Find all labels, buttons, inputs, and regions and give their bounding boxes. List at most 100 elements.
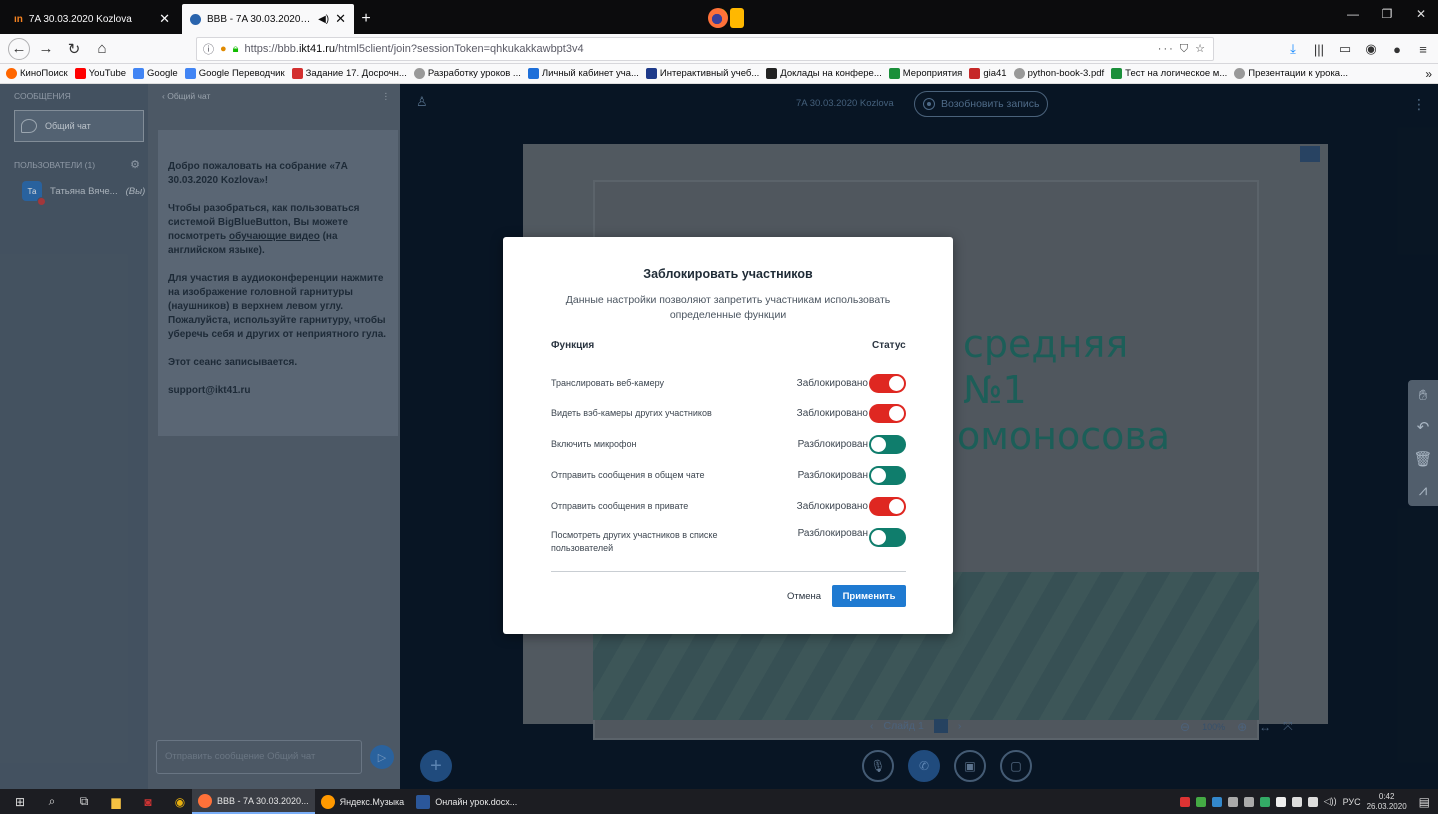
task-view-icon[interactable]: ⧉ [72,789,96,814]
bookmark-icon [527,68,539,79]
addon-icon[interactable]: ● [1388,40,1406,58]
minimize-icon[interactable]: — [1336,0,1370,28]
extension-icon[interactable]: ◉ [1362,40,1380,58]
search-icon[interactable]: ⌕ [40,789,64,814]
setting-status: Разблокирован [797,528,868,539]
system-tray: ◁)) РУС 0:42 26.03.2020 ▤ [1179,789,1430,814]
taskbar-app-yandex-music[interactable]: Яндекс.Музыка [315,789,411,814]
bookmark[interactable]: Задание 17. Досрочн... [291,68,407,79]
modal-divider [551,571,906,572]
bookmarks-overflow-icon[interactable]: » [1425,67,1432,81]
tray-app-icon[interactable] [1275,796,1286,807]
function-column-header: Функция [551,340,595,351]
globe-icon [1234,68,1246,79]
bookmark[interactable]: Доклады на конфере... [766,68,882,79]
file-explorer-icon[interactable]: ▆ [104,789,128,814]
sidebar-icon[interactable]: ▭ [1336,40,1354,58]
bookmark[interactable]: Мероприятия [888,68,962,79]
new-tab-button[interactable]: + [354,4,378,34]
modal-description: Данные настройки позволяют запретить уча… [565,294,891,321]
browser-tabbar: ın 7A 30.03.2020 Kozlova ✕ BBB - 7A 30.0… [0,0,1438,34]
bookmark[interactable]: Google Переводчик [184,68,285,79]
library-icon[interactable]: ||| [1310,40,1328,58]
cancel-button[interactable]: Отмена [783,587,825,606]
bookmark[interactable]: Google [133,68,178,79]
setting-label: Отправить сообщения в общем чате [551,469,705,480]
bookmark[interactable]: YouTube [74,68,126,79]
download-icon[interactable]: ⤓ [1284,40,1302,58]
clock-date: 26.03.2020 [1366,801,1407,811]
bookmark-icon [888,68,900,79]
browser-tab-active[interactable]: BBB - 7A 30.03.2020 Kozlova ◀) ✕ [182,4,354,34]
tray-app-icon[interactable] [1211,796,1222,807]
public-chat-lock-toggle[interactable] [869,465,906,485]
lock-setting-row: Видеть вэб-камеры других участников Забл… [551,402,906,424]
bookmarks-bar: КиноПоиск YouTube Google Google Переводч… [0,64,1438,84]
microphone-sharing-icon[interactable] [730,8,744,28]
yandex-icon [320,794,335,809]
lock-viewers-modal: Заблокировать участников Данные настройк… [503,237,953,634]
word-icon [416,794,431,809]
microphone-permission-icon[interactable]: ● [220,43,227,55]
close-tab-icon[interactable]: ✕ [159,11,170,27]
tray-app-icon[interactable] [1227,796,1238,807]
bookmark[interactable]: КиноПоиск [6,68,68,79]
windows-start-icon[interactable]: ⊞ [8,789,32,814]
setting-status: Заблокировано [796,500,868,512]
app-icon[interactable]: ◙ [136,789,160,814]
volume-icon[interactable]: ◁)) [1324,796,1337,807]
browser-tab[interactable]: ın 7A 30.03.2020 Kozlova ✕ [6,4,178,34]
bookmark[interactable]: Разработку уроков ... [413,68,521,79]
url-bar[interactable]: ⓘ ● 🔒︎ https://bbb.ikt41.ru/html5client/… [196,37,1214,61]
browser-navbar: ← → ↻ ⌂ ⓘ ● 🔒︎ https://bbb.ikt41.ru/html… [0,34,1438,64]
notifications-icon[interactable]: ▤ [1419,795,1430,809]
language-indicator[interactable]: РУС [1343,797,1361,807]
bookmark[interactable]: gia41 [969,68,1007,79]
taskbar-app-label: BBB - 7A 30.03.2020... [217,795,309,806]
speaker-icon[interactable]: ◀) [318,14,329,25]
tray-app-icon[interactable] [1195,796,1206,807]
bookmark-icon [291,68,303,79]
battery-icon[interactable] [1291,796,1302,807]
bookmark[interactable]: python-book-3.pdf [1013,68,1104,79]
close-window-icon[interactable]: ✕ [1404,0,1438,28]
chrome-icon[interactable]: ◉ [168,789,192,814]
microphone-icon[interactable] [1243,796,1254,807]
status-column-header: Статус [872,340,906,351]
home-button[interactable]: ⌂ [90,37,114,61]
taskbar-app-word[interactable]: Онлайн урок.docx... [410,789,523,814]
network-icon[interactable] [1307,796,1318,807]
bookmark[interactable]: Интерактивный учеб... [645,68,759,79]
info-icon[interactable]: ⓘ [203,41,214,57]
google-icon [133,68,145,79]
bookmark[interactable]: Презентации к урока... [1234,68,1348,79]
bookmark-icon [969,68,981,79]
forward-button[interactable]: → [34,37,58,61]
youtube-icon [74,68,86,79]
see-other-webcams-toggle[interactable] [869,403,906,423]
private-chat-lock-toggle[interactable] [869,496,906,516]
setting-label: Отправить сообщения в привате [551,500,689,511]
apply-button[interactable]: Применить [832,585,906,607]
close-tab-icon[interactable]: ✕ [335,11,346,27]
reload-button[interactable]: ↻ [62,37,86,61]
bbb-favicon-icon [190,13,201,25]
bookmark[interactable]: Личный кабинет уча... [527,68,639,79]
modal-title: Заблокировать участников [643,267,813,281]
tray-app-icon[interactable] [1179,796,1190,807]
lock-icon[interactable]: 🔒︎ [233,43,239,56]
webcam-lock-toggle[interactable] [869,373,906,393]
clock[interactable]: 0:42 26.03.2020 [1367,792,1407,812]
menu-icon[interactable]: ≡ [1414,40,1432,58]
microphone-lock-toggle[interactable] [869,434,906,454]
shield-icon[interactable] [1259,796,1270,807]
bookmark[interactable]: Тест на логическое м... [1111,68,1227,79]
setting-status: Заблокировано [796,377,868,389]
page-actions[interactable]: ··· ⛉ ☆ [1158,42,1207,56]
globe-icon [413,68,425,79]
back-button[interactable]: ← [8,37,30,60]
restore-icon[interactable]: ❐ [1370,0,1404,28]
taskbar-app-firefox[interactable]: BBB - 7A 30.03.2020... [192,789,315,814]
lock-setting-row: Отправить сообщения в привате Заблокиров… [551,495,906,517]
see-other-users-toggle[interactable] [869,528,906,547]
